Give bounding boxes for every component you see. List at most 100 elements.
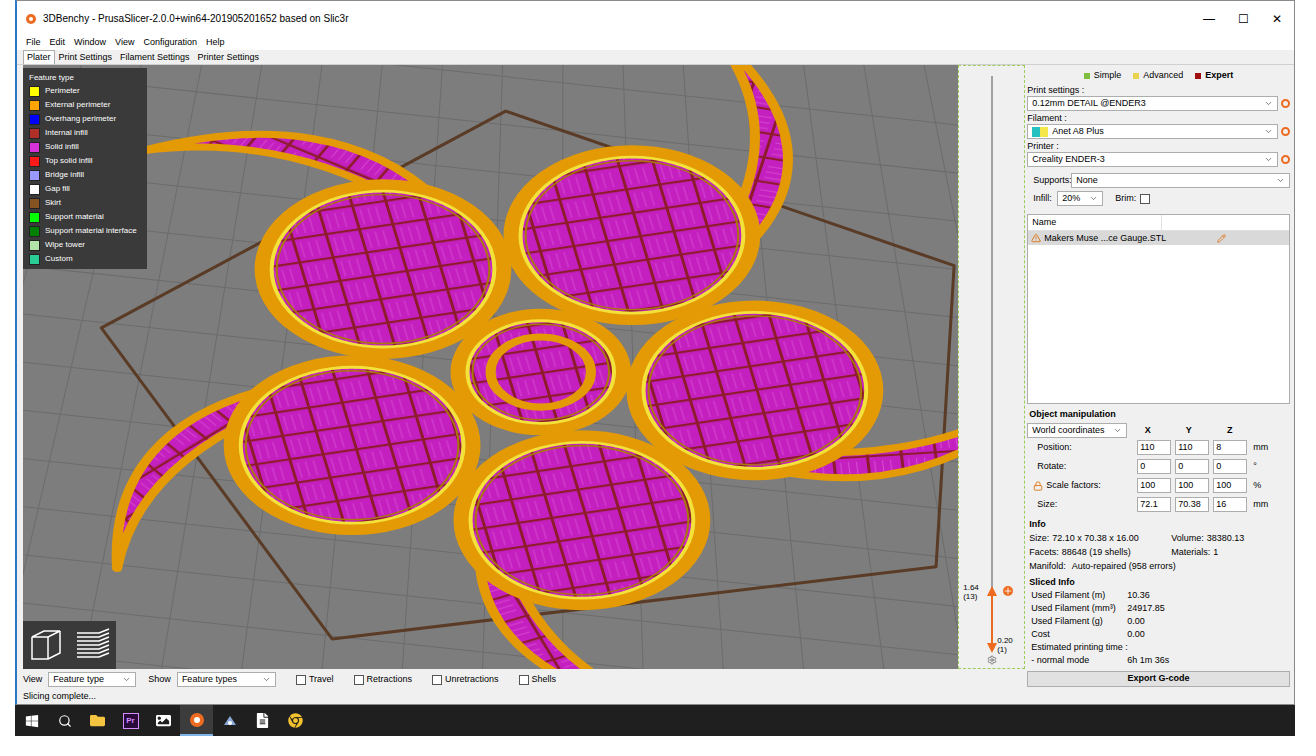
edit-preset-icon[interactable]: [1281, 155, 1290, 164]
preset-select[interactable]: 0.12mm DETAIL @ENDER3: [1027, 96, 1278, 111]
sidebar: SimpleAdvancedExpertPrint settings :0.12…: [1027, 65, 1294, 690]
slider-range: [991, 591, 993, 648]
cube-3d-view-icon[interactable]: [26, 625, 66, 665]
preset-select[interactable]: Anet A8 Plus: [1027, 124, 1278, 139]
manipulation-input[interactable]: 70.38: [1175, 497, 1209, 512]
photos-icon: [156, 713, 171, 728]
view-option-checkbox[interactable]: [519, 675, 529, 685]
preview-area: Feature typePerimeterExternal perimeterO…: [23, 65, 1025, 690]
view-toggle: [23, 621, 116, 669]
view-option[interactable]: Travel: [296, 673, 334, 687]
window-control-button[interactable]: ✕: [1260, 1, 1294, 36]
mode-option[interactable]: Expert: [1195, 69, 1233, 83]
chevron-down-icon: [122, 675, 131, 684]
chevron-down-icon: [1264, 155, 1273, 164]
add-color-change-icon[interactable]: [1003, 586, 1013, 596]
window-control-button[interactable]: ☐: [1226, 1, 1260, 36]
edit-preset-icon[interactable]: [1281, 127, 1290, 136]
legend-swatch: [29, 198, 40, 209]
manipulation-input[interactable]: 0: [1213, 459, 1247, 474]
view-option[interactable]: Unretractions: [432, 673, 499, 687]
chevron-down-icon: [1276, 176, 1285, 185]
manipulation-input[interactable]: 72.1: [1137, 497, 1171, 512]
legend-swatch: [29, 212, 40, 223]
manipulation-input[interactable]: 110: [1137, 440, 1171, 455]
view-option-checkbox[interactable]: [432, 675, 442, 685]
menu-item[interactable]: Window: [74, 36, 106, 50]
info-line: Facets:88648 (19 shells)Materials:1: [1029, 545, 1290, 559]
menu-item[interactable]: File: [26, 36, 41, 50]
infill-select[interactable]: 20%: [1057, 191, 1103, 206]
supports-select[interactable]: None: [1071, 173, 1290, 188]
mode-selector: Simple Advanced Expert: [1027, 68, 1290, 83]
layer-slider[interactable]: 1.64(13)0.20(1): [958, 65, 1025, 669]
object-row[interactable]: Makers Muse ...ce Gauge.STL: [1028, 231, 1289, 245]
tab[interactable]: Print Settings: [55, 50, 117, 64]
sliced-info-row: Used Filament (m)10.36: [1029, 589, 1290, 602]
show-select[interactable]: Feature types: [177, 672, 276, 687]
layers-view-icon[interactable]: [73, 625, 113, 665]
menu-item[interactable]: Configuration: [143, 36, 197, 50]
view-select[interactable]: Feature type: [48, 672, 136, 687]
taskbar-button[interactable]: [48, 705, 81, 736]
preset-group: Filament :Anet A8 Plus: [1027, 112, 1290, 139]
edit-preset-icon[interactable]: [1281, 99, 1290, 108]
mode-option[interactable]: Advanced: [1133, 69, 1183, 83]
taskbar-button[interactable]: [246, 705, 279, 736]
taskbar-button[interactable]: [279, 705, 312, 736]
export-gcode-button[interactable]: Export G-code: [1027, 671, 1290, 687]
axis-label: X: [1127, 424, 1168, 438]
edit-icon[interactable]: [1217, 234, 1226, 243]
upper-thumb[interactable]: [987, 586, 997, 596]
taskbar-button[interactable]: [15, 705, 48, 736]
object-list-header: Name: [1028, 215, 1289, 231]
taskbar-button[interactable]: [180, 705, 213, 736]
view-option-checkbox[interactable]: [354, 675, 364, 685]
manipulation-input[interactable]: 100: [1137, 478, 1171, 493]
legend-title: Feature type: [29, 71, 141, 84]
skirt: [101, 111, 954, 639]
slider-settings-icon[interactable]: [987, 655, 997, 665]
taskbar-button[interactable]: Pr: [114, 705, 147, 736]
menu-item[interactable]: View: [115, 36, 134, 50]
file-icon: [256, 713, 269, 728]
preset-select[interactable]: Creality ENDER-3: [1027, 152, 1278, 167]
viewport-3d[interactable]: Feature typePerimeterExternal perimeterO…: [23, 65, 958, 669]
manipulation-input[interactable]: 16: [1213, 497, 1247, 512]
window-title: 3DBenchy - PrusaSlicer-2.0.0+win64-20190…: [43, 11, 1192, 26]
menu-item[interactable]: Edit: [50, 36, 66, 50]
view-option-checkbox[interactable]: [296, 675, 306, 685]
taskbar-button[interactable]: [213, 705, 246, 736]
view-controls-bar: ViewFeature typeShowFeature typesTravelR…: [23, 669, 1025, 690]
lock-icon[interactable]: [1033, 481, 1043, 491]
tab[interactable]: Filament Settings: [116, 50, 194, 64]
manipulation-input[interactable]: 100: [1213, 478, 1247, 493]
prusaslicer-window: 3DBenchy - PrusaSlicer-2.0.0+win64-20190…: [15, 0, 1295, 705]
info-line: Manifold:Auto-repaired (958 errors): [1029, 559, 1290, 573]
filament-color-swatch: [1032, 127, 1048, 137]
view-option[interactable]: Retractions: [354, 673, 413, 687]
mode-option[interactable]: Simple: [1084, 69, 1122, 83]
manipulation-row: Scale factors:100100100%: [1027, 476, 1290, 495]
coordinates-select[interactable]: World coordinates: [1027, 423, 1127, 438]
view-option[interactable]: Shells: [519, 673, 557, 687]
window-control-button[interactable]: —: [1192, 1, 1226, 36]
lower-thumb[interactable]: [987, 643, 997, 653]
menu-item[interactable]: Help: [206, 36, 225, 50]
legend-item: External perimeter: [29, 98, 141, 112]
tab[interactable]: Printer Settings: [194, 50, 264, 64]
manipulation-input[interactable]: 0: [1175, 459, 1209, 474]
chevron-down-icon: [1089, 194, 1098, 203]
manipulation-input[interactable]: 110: [1175, 440, 1209, 455]
brim-checkbox[interactable]: [1140, 194, 1150, 204]
manipulation-input[interactable]: 100: [1175, 478, 1209, 493]
taskbar-button[interactable]: [81, 705, 114, 736]
legend-item: Perimeter: [29, 84, 141, 98]
manipulation-input[interactable]: 0: [1137, 459, 1171, 474]
print-preview-canvas[interactable]: [23, 65, 958, 669]
manipulation-input[interactable]: 8: [1213, 440, 1247, 455]
spinner-lobe: [458, 314, 623, 429]
legend-item: Gap fill: [29, 182, 141, 196]
tab[interactable]: Plater: [23, 50, 55, 64]
taskbar-button[interactable]: [147, 705, 180, 736]
